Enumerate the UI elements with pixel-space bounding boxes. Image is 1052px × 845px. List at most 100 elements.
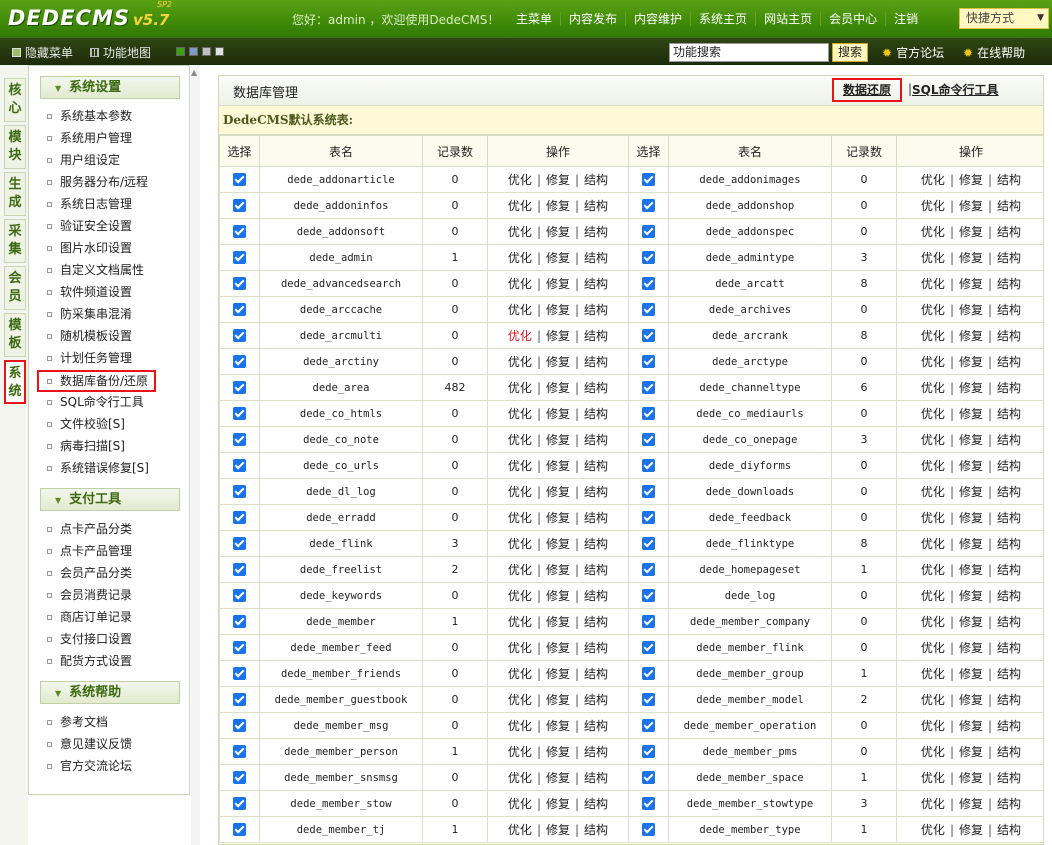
select-checkbox[interactable] [233, 407, 246, 421]
repair-link[interactable]: 修复 [959, 693, 983, 707]
select-checkbox[interactable] [642, 667, 655, 681]
optimize-link[interactable]: 优化 [921, 459, 945, 473]
optimize-link[interactable]: 优化 [921, 277, 945, 291]
select-checkbox[interactable] [642, 485, 655, 499]
select-checkbox[interactable] [233, 355, 246, 369]
theme-gray-swatch[interactable] [202, 47, 211, 56]
repair-link[interactable]: 修复 [546, 511, 570, 525]
optimize-link[interactable]: 优化 [921, 355, 945, 369]
optimize-link[interactable]: 优化 [508, 355, 532, 369]
optimize-link[interactable]: 优化 [508, 433, 532, 447]
menu-item[interactable]: 会员产品分类 [47, 563, 132, 583]
select-checkbox[interactable] [233, 667, 246, 681]
repair-link[interactable]: 修复 [959, 277, 983, 291]
select-checkbox[interactable] [233, 225, 246, 239]
select-checkbox[interactable] [233, 797, 246, 811]
select-checkbox[interactable] [642, 303, 655, 317]
repair-link[interactable]: 修复 [959, 537, 983, 551]
theme-light-swatch[interactable] [215, 47, 224, 56]
menu-item[interactable]: 验证安全设置 [47, 216, 132, 236]
repair-link[interactable]: 修复 [959, 823, 983, 837]
select-checkbox[interactable] [642, 771, 655, 785]
select-checkbox[interactable] [642, 823, 655, 837]
optimize-link[interactable]: 优化 [508, 641, 532, 655]
optimize-link[interactable]: 优化 [508, 251, 532, 265]
select-checkbox[interactable] [642, 381, 655, 395]
optimize-link[interactable]: 优化 [508, 277, 532, 291]
structure-link[interactable]: 结构 [997, 589, 1021, 603]
function-search-input[interactable]: 功能搜索 [669, 43, 829, 62]
optimize-link[interactable]: 优化 [508, 667, 532, 681]
select-checkbox[interactable] [642, 407, 655, 421]
structure-link[interactable]: 结构 [584, 303, 608, 317]
optimize-link[interactable]: 优化 [508, 225, 532, 239]
select-checkbox[interactable] [233, 277, 246, 291]
structure-link[interactable]: 结构 [584, 173, 608, 187]
menu-item[interactable]: 点卡产品管理 [47, 541, 132, 561]
select-checkbox[interactable] [233, 381, 246, 395]
repair-link[interactable]: 修复 [546, 199, 570, 213]
structure-link[interactable]: 结构 [584, 563, 608, 577]
menu-item[interactable]: 会员消费记录 [47, 585, 132, 605]
menu-item[interactable]: 随机模板设置 [47, 326, 132, 346]
structure-link[interactable]: 结构 [997, 277, 1021, 291]
select-checkbox[interactable] [233, 303, 246, 317]
menu-item[interactable]: 参考文档 [47, 712, 108, 732]
menu-item[interactable]: 自定义文档属性 [47, 260, 144, 280]
repair-link[interactable]: 修复 [546, 693, 570, 707]
optimize-link[interactable]: 优化 [921, 225, 945, 239]
repair-link[interactable]: 修复 [959, 771, 983, 785]
optimize-link[interactable]: 优化 [508, 173, 532, 187]
repair-link[interactable]: 修复 [959, 485, 983, 499]
repair-link[interactable]: 修复 [546, 355, 570, 369]
select-checkbox[interactable] [233, 771, 246, 785]
repair-link[interactable]: 修复 [546, 329, 570, 343]
select-checkbox[interactable] [233, 251, 246, 265]
repair-link[interactable]: 修复 [959, 511, 983, 525]
structure-link[interactable]: 结构 [584, 329, 608, 343]
repair-link[interactable]: 修复 [546, 745, 570, 759]
structure-link[interactable]: 结构 [584, 433, 608, 447]
select-checkbox[interactable] [233, 563, 246, 577]
repair-link[interactable]: 修复 [546, 563, 570, 577]
optimize-link[interactable]: 优化 [921, 329, 945, 343]
menu-item[interactable]: 文件校验[S] [47, 414, 125, 434]
optimize-link[interactable]: 优化 [921, 251, 945, 265]
repair-link[interactable]: 修复 [959, 433, 983, 447]
structure-link[interactable]: 结构 [584, 355, 608, 369]
optimize-link[interactable]: 优化 [921, 563, 945, 577]
repair-link[interactable]: 修复 [546, 537, 570, 551]
select-checkbox[interactable] [642, 589, 655, 603]
structure-link[interactable]: 结构 [584, 667, 608, 681]
optimize-link[interactable]: 优化 [921, 589, 945, 603]
repair-link[interactable]: 修复 [546, 641, 570, 655]
select-checkbox[interactable] [642, 459, 655, 473]
optimize-link[interactable]: 优化 [921, 303, 945, 317]
select-checkbox[interactable] [233, 589, 246, 603]
structure-link[interactable]: 结构 [997, 485, 1021, 499]
optimize-link[interactable]: 优化 [508, 615, 532, 629]
nav-system-home[interactable]: 系统主页 [690, 11, 755, 26]
structure-link[interactable]: 结构 [997, 693, 1021, 707]
tab-modules[interactable]: 模块 [4, 125, 26, 169]
repair-link[interactable]: 修复 [959, 199, 983, 213]
tab-collect[interactable]: 采集 [4, 219, 26, 263]
menu-item[interactable]: 系统日志管理 [47, 194, 132, 214]
optimize-link[interactable]: 优化 [921, 537, 945, 551]
nav-logout[interactable]: 注销 [885, 11, 926, 26]
menu-group-payment-tools[interactable]: ▼ 支付工具 [40, 488, 180, 511]
optimize-link[interactable]: 优化 [921, 173, 945, 187]
repair-link[interactable]: 修复 [959, 667, 983, 681]
structure-link[interactable]: 结构 [997, 797, 1021, 811]
repair-link[interactable]: 修复 [959, 381, 983, 395]
optimize-link[interactable]: 优化 [921, 615, 945, 629]
structure-link[interactable]: 结构 [997, 381, 1021, 395]
repair-link[interactable]: 修复 [959, 745, 983, 759]
repair-link[interactable]: 修复 [546, 173, 570, 187]
repair-link[interactable]: 修复 [546, 771, 570, 785]
tab-templates[interactable]: 模板 [4, 313, 26, 357]
structure-link[interactable]: 结构 [584, 771, 608, 785]
select-checkbox[interactable] [233, 537, 246, 551]
repair-link[interactable]: 修复 [959, 641, 983, 655]
optimize-link[interactable]: 优化 [508, 589, 532, 603]
